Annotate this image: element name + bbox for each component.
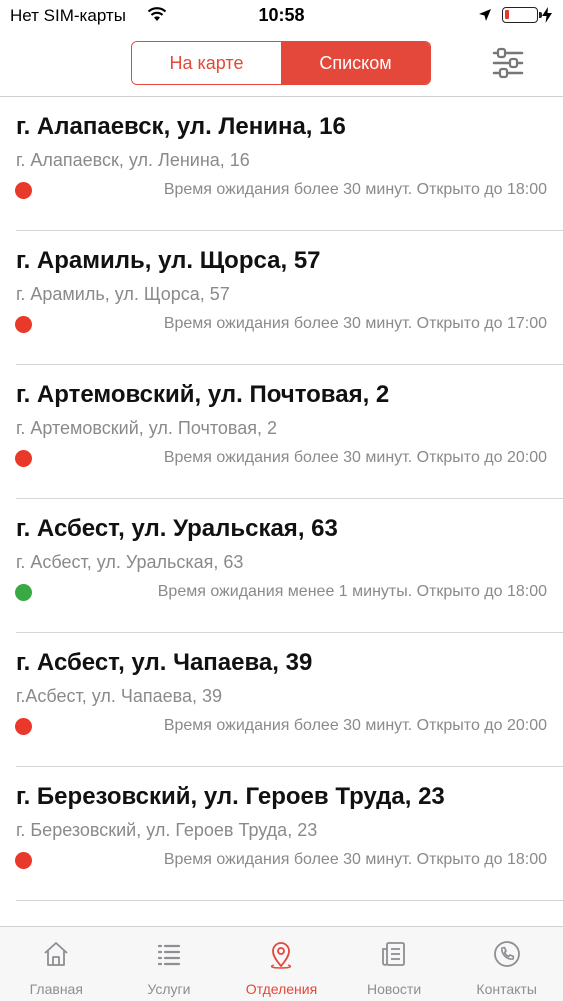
list-icon [157, 944, 180, 966]
branch-address: г. Березовский, ул. Героев Труда, 23 [16, 820, 318, 840]
list-item[interactable]: г. Березовский, ул. Героев Труда, 23 г. … [0, 767, 563, 901]
list-item[interactable]: г. Артемовский, ул. Почтовая, 2 г. Артем… [0, 365, 563, 499]
battery-icon [502, 7, 542, 23]
tab-list[interactable]: Списком [281, 42, 430, 84]
branch-title: г. Асбест, ул. Уральская, 63 [16, 515, 338, 542]
list-item[interactable]: г. Арамиль, ул. Щорса, 57 г. Арамиль, ул… [0, 231, 563, 365]
home-icon [44, 942, 68, 966]
branch-address: г.Асбест, ул. Чапаева, 39 [16, 686, 223, 706]
list-item[interactable]: г. Алапаевск, ул. Ленина, 16 г. Алапаевс… [0, 97, 563, 231]
list-item[interactable]: г. Асбест, ул. Чапаева, 39 г.Асбест, ул.… [0, 633, 563, 767]
branch-title: г. Асбест, ул. Чапаева, 39 [16, 649, 313, 676]
tab-label: Контакты [476, 981, 537, 997]
tab-label: Главная [29, 981, 83, 997]
status-dot-icon [15, 182, 32, 199]
header: На карте Списком [0, 32, 563, 97]
tab-contacts[interactable]: Контакты [450, 927, 563, 1001]
branch-status: Время ожидания менее 1 минуты. Открыто д… [157, 583, 547, 600]
branch-title: г. Артемовский, ул. Почтовая, 2 [16, 381, 390, 408]
tab-services[interactable]: Услуги [113, 927, 226, 1001]
map-pin-icon [271, 942, 292, 969]
status-dot-icon [15, 718, 32, 735]
branch-status: Время ожидания более 30 минут. Открыто д… [163, 449, 547, 466]
tab-label: Отделения [245, 981, 318, 997]
tab-news[interactable]: Новости [338, 927, 451, 1001]
list-item[interactable]: г. Асбест, ул. Уральская, 63 г. Асбест, … [0, 499, 563, 633]
news-icon [382, 942, 405, 966]
status-bar: Нет SIM-карты 10:58 [0, 0, 563, 32]
divider [16, 900, 563, 901]
location-arrow-icon [479, 9, 491, 21]
branch-address: г. Артемовский, ул. Почтовая, 2 [16, 418, 277, 438]
branch-status: Время ожидания более 30 минут. Открыто д… [163, 315, 547, 332]
status-dot-icon [15, 450, 32, 467]
tab-bar: Главная Услуги Отделения Новости Контакт… [0, 926, 563, 1001]
branch-address: г. Асбест, ул. Уральская, 63 [16, 552, 244, 572]
branch-address: г. Арамиль, ул. Щорса, 57 [16, 284, 230, 304]
phone-icon [493, 941, 520, 967]
branch-status: Время ожидания более 30 минут. Открыто д… [163, 851, 547, 868]
tab-label: Услуги [147, 981, 191, 997]
tab-on-map[interactable]: На карте [132, 42, 281, 84]
branch-title: г. Алапаевск, ул. Ленина, 16 [16, 113, 346, 140]
status-dot-icon [15, 584, 32, 601]
branch-title: г. Арамиль, ул. Щорса, 57 [16, 247, 321, 274]
sliders-icon[interactable] [488, 44, 528, 82]
view-toggle: На карте Списком [131, 41, 431, 85]
branch-status: Время ожидания более 30 минут. Открыто д… [163, 181, 547, 198]
branch-address: г. Алапаевск, ул. Ленина, 16 [16, 150, 250, 170]
branch-status: Время ожидания более 30 минут. Открыто д… [163, 717, 547, 734]
tab-branches[interactable]: Отделения [225, 927, 338, 1001]
status-dot-icon [15, 316, 32, 333]
status-dot-icon [15, 852, 32, 869]
tab-home[interactable]: Главная [0, 927, 113, 1001]
tab-label: Новости [366, 981, 422, 997]
charging-icon [542, 7, 552, 23]
branch-title: г. Березовский, ул. Героев Труда, 23 [16, 783, 445, 810]
branch-list: г. Алапаевск, ул. Ленина, 16 г. Алапаевс… [0, 97, 563, 901]
